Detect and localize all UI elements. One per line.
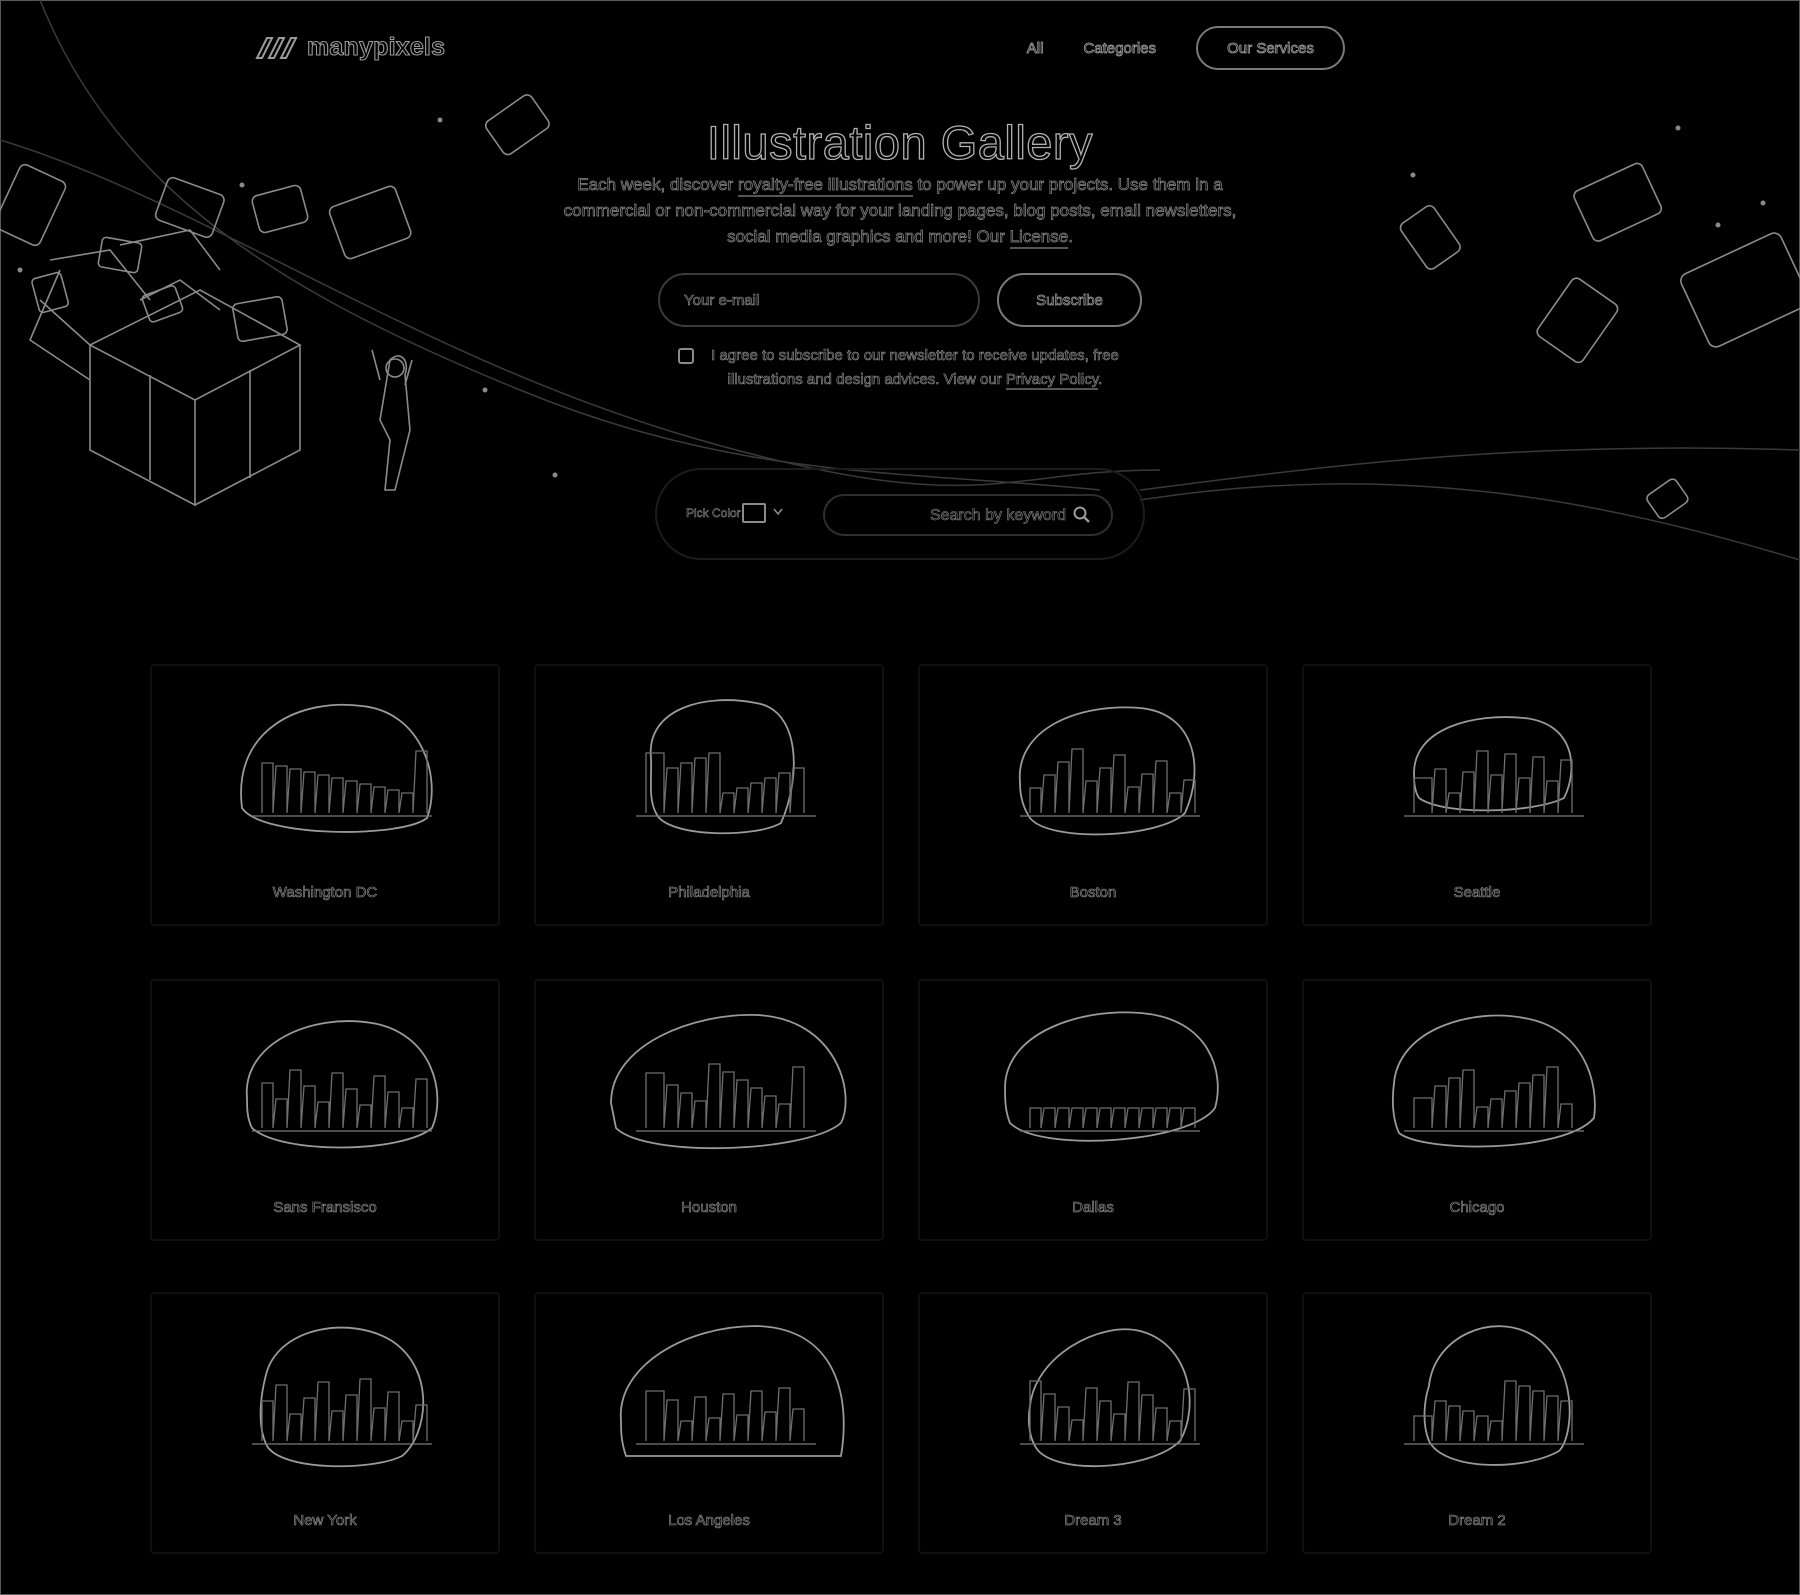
gallery-card-label: Los Angeles bbox=[668, 1512, 750, 1530]
city-illustration bbox=[240, 703, 433, 833]
gallery-card-label: Seattle bbox=[1453, 884, 1501, 902]
subscribe-button[interactable]: Subscribe bbox=[997, 273, 1142, 327]
gallery-card[interactable]: Philadelphia bbox=[534, 664, 884, 926]
city-illustration bbox=[1391, 1014, 1596, 1148]
email-field[interactable] bbox=[658, 273, 980, 327]
gallery-card[interactable]: Los Angeles bbox=[534, 1292, 884, 1554]
city-illustration bbox=[610, 1014, 847, 1150]
gallery-card-label: Dream 2 bbox=[1448, 1512, 1506, 1530]
agree-text: I agree to subscribe to our newsletter t… bbox=[700, 344, 1130, 392]
hero-description: Each week, discover royalty-free illustr… bbox=[540, 172, 1260, 250]
gallery-card-label: Chicago bbox=[1449, 1199, 1505, 1217]
city-illustration bbox=[246, 1020, 439, 1149]
city-illustration bbox=[636, 699, 816, 835]
page-title: Illustration Gallery bbox=[706, 115, 1094, 169]
brand-logo[interactable]: manypixels bbox=[255, 32, 446, 62]
city-illustration bbox=[620, 1325, 845, 1457]
gallery-card[interactable]: Houston bbox=[534, 979, 884, 1241]
gallery-card-label: Washington DC bbox=[272, 884, 378, 902]
gallery-card[interactable]: Seattle bbox=[1302, 664, 1652, 926]
city-illustration bbox=[1404, 716, 1584, 817]
pick-color-label: Pick Color bbox=[686, 506, 741, 521]
agree-checkbox[interactable] bbox=[678, 348, 694, 364]
gallery-card[interactable]: Washington DC bbox=[150, 664, 500, 926]
hero-desc-text-1: Each week, discover bbox=[577, 175, 738, 195]
hero-desc-text-3: . bbox=[1068, 227, 1073, 247]
city-illustration bbox=[1020, 1328, 1200, 1467]
city-illustration bbox=[252, 1326, 432, 1468]
top-nav: All Categories Our Services bbox=[1026, 26, 1345, 70]
gallery-card-label: Dallas bbox=[1072, 1199, 1114, 1217]
gallery-card[interactable]: New York bbox=[150, 1292, 500, 1554]
gallery-card[interactable]: Dallas bbox=[918, 979, 1268, 1241]
search-input[interactable] bbox=[832, 500, 1068, 532]
license-link[interactable]: License bbox=[1009, 227, 1069, 249]
color-swatch[interactable] bbox=[742, 503, 766, 523]
search-icon[interactable] bbox=[1073, 506, 1091, 524]
gallery-card[interactable]: Dream 3 bbox=[918, 1292, 1268, 1554]
gallery-card-label: Boston bbox=[1069, 884, 1117, 902]
our-services-button[interactable]: Our Services bbox=[1196, 26, 1345, 70]
gallery-card[interactable]: Chicago bbox=[1302, 979, 1652, 1241]
gallery-card-label: New York bbox=[293, 1512, 357, 1530]
gallery-card-label: Dream 3 bbox=[1064, 1512, 1122, 1530]
floating-images-illustration bbox=[1399, 162, 1800, 520]
brand-name: manypixels bbox=[306, 32, 446, 61]
privacy-policy-link[interactable]: Privacy Policy bbox=[1006, 371, 1098, 390]
city-illustration bbox=[1404, 1325, 1584, 1466]
gallery-card[interactable]: Boston bbox=[918, 664, 1268, 926]
nav-categories[interactable]: Categories bbox=[1083, 39, 1156, 57]
gallery-card-label: Sans Fransisco bbox=[273, 1199, 377, 1217]
logo-stripes-icon bbox=[255, 36, 298, 59]
agree-text-end: . bbox=[1098, 371, 1103, 389]
city-illustration bbox=[1019, 706, 1200, 836]
gallery-card[interactable]: Dream 2 bbox=[1302, 1292, 1652, 1554]
royalty-free-link[interactable]: royalty-free illustrations bbox=[738, 175, 913, 197]
chevron-down-icon[interactable] bbox=[773, 508, 783, 516]
gallery-card-label: Houston bbox=[681, 1199, 737, 1217]
gallery-card[interactable]: Sans Fransisco bbox=[150, 979, 500, 1241]
nav-all[interactable]: All bbox=[1026, 39, 1043, 57]
city-illustration bbox=[1004, 1011, 1219, 1142]
gallery-card-label: Philadelphia bbox=[668, 884, 750, 902]
